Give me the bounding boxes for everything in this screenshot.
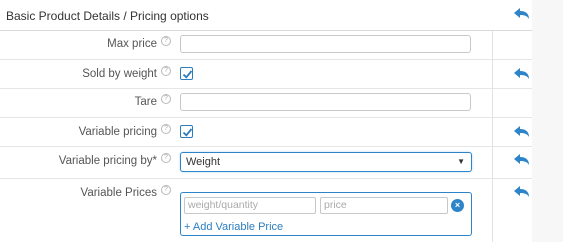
panel-header: Basic Product Details / Pricing options (0, 0, 532, 31)
price-input[interactable]: price (320, 197, 448, 214)
variable-prices-editor: weight/quantity price × + Add Variable P… (180, 192, 472, 236)
remove-icon[interactable]: × (451, 199, 464, 212)
variable-pricing-checkbox[interactable] (180, 125, 193, 138)
variable-pricing-label: Variable pricing (78, 126, 157, 138)
max-price-label: Max price (107, 38, 157, 50)
variable-pricing-by-select[interactable]: Weight ▼ (180, 152, 472, 172)
variable-prices-label: Variable Prices (80, 187, 158, 199)
tare-input[interactable] (180, 93, 471, 111)
revert-icon[interactable] (513, 66, 531, 82)
row-variable-pricing-by: Variable pricing by* ? Weight ▼ (0, 147, 532, 179)
help-icon[interactable]: ? (161, 94, 171, 104)
row-sold-by-weight: Sold by weight ? (0, 60, 532, 89)
row-max-price: Max price ? (0, 31, 532, 60)
tare-label: Tare (134, 96, 157, 108)
add-variable-price-link[interactable]: + Add Variable Price (184, 221, 283, 233)
pricing-options-panel: Basic Product Details / Pricing options … (0, 0, 563, 242)
help-icon[interactable]: ? (161, 66, 171, 76)
help-icon[interactable]: ? (161, 153, 171, 163)
panel-title: Basic Product Details / Pricing options (6, 9, 209, 23)
help-icon[interactable]: ? (161, 124, 171, 134)
sold-by-weight-checkbox[interactable] (180, 67, 193, 80)
revert-icon[interactable] (513, 152, 531, 168)
right-gutter (532, 0, 563, 242)
revert-icon[interactable] (513, 6, 531, 22)
row-tare: Tare ? (0, 89, 532, 118)
revert-icon[interactable] (513, 124, 531, 140)
help-icon[interactable]: ? (161, 185, 171, 195)
caret-down-icon: ▼ (457, 157, 465, 166)
help-icon[interactable]: ? (161, 36, 171, 46)
max-price-input[interactable] (180, 35, 471, 53)
select-value: Weight (186, 156, 221, 168)
revert-icon[interactable] (513, 184, 531, 200)
variable-pricing-by-label: Variable pricing by* (58, 155, 157, 167)
sold-by-weight-label: Sold by weight (82, 68, 157, 80)
weight-quantity-input[interactable]: weight/quantity (184, 197, 316, 214)
row-variable-pricing: Variable pricing ? (0, 118, 532, 147)
